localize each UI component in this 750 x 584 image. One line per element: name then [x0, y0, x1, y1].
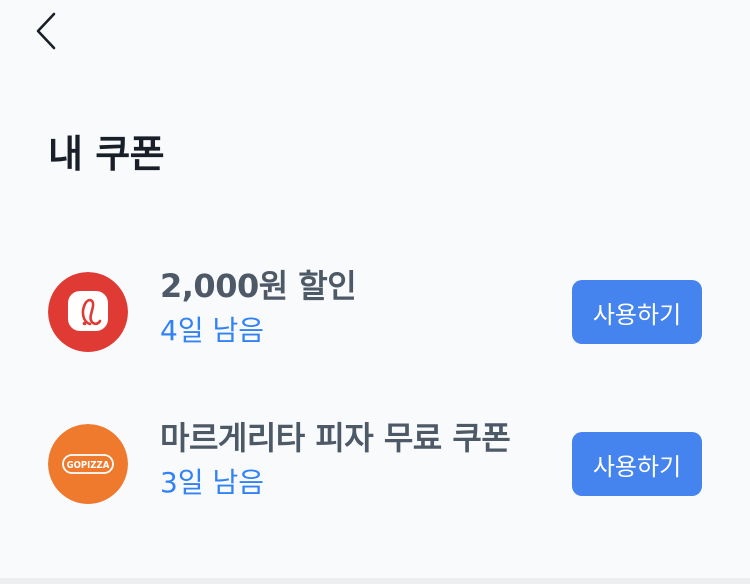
coupon-info: 마르게리타 피자 무료 쿠폰 3일 남음	[160, 418, 511, 502]
back-button[interactable]	[30, 10, 70, 54]
coupon-title: 2,000원 할인	[160, 267, 357, 305]
coupon-item: 2,000원 할인 4일 남음 사용하기	[0, 266, 750, 366]
coupon-item: GOPIZZA 마르게리타 피자 무료 쿠폰 3일 남음 사용하기	[0, 418, 750, 518]
coupon-remaining-days: 3일 남음	[160, 466, 264, 499]
coupon-title: 마르게리타 피자 무료 쿠폰	[160, 419, 511, 457]
chevron-left-icon	[36, 12, 56, 50]
bottom-divider	[0, 578, 750, 584]
coupon-remaining-days: 4일 남음	[160, 314, 264, 347]
use-coupon-button[interactable]: 사용하기	[572, 432, 702, 496]
use-coupon-button[interactable]: 사용하기	[572, 280, 702, 344]
page-title: 내 쿠폰	[48, 132, 165, 176]
coupon-info: 2,000원 할인 4일 남음	[160, 266, 357, 350]
l-brand-logo-icon	[48, 272, 128, 352]
gopizza-logo-text: GOPIZZA	[67, 460, 110, 471]
gopizza-logo-icon: GOPIZZA	[48, 424, 128, 504]
